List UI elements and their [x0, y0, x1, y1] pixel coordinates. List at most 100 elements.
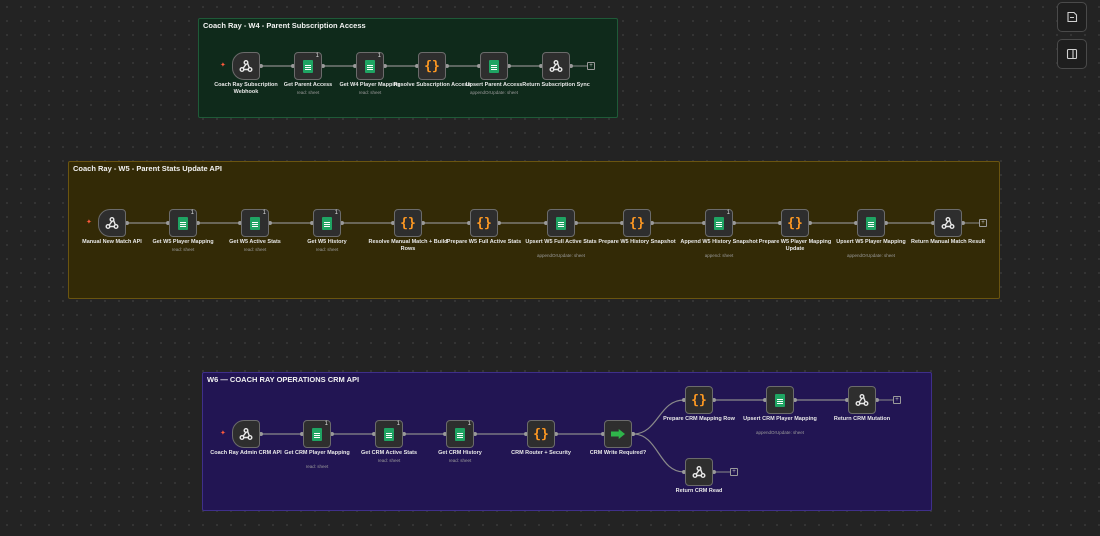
- webhook-glyph: [941, 217, 955, 229]
- add-node-button[interactable]: +: [979, 219, 987, 227]
- node-label: Get W5 Player Mapping: [152, 239, 214, 245]
- node-badge: 1: [377, 53, 381, 59]
- node-label: Get CRM History: [438, 450, 482, 456]
- workflow-node[interactable]: [232, 52, 260, 80]
- node-label: Resolve Manual Match + Build Rows: [368, 239, 448, 252]
- sticky-note-button[interactable]: [1057, 2, 1087, 32]
- google-sheets-icon: [178, 216, 188, 230]
- workflow-node[interactable]: [547, 209, 575, 237]
- node-label: Return CRM Mutation: [833, 416, 891, 422]
- node-label: Get CRM Player Mapping: [284, 450, 350, 456]
- workflow-node[interactable]: [542, 52, 570, 80]
- workflow-node[interactable]: [480, 52, 508, 80]
- google-sheets-icon: [322, 216, 332, 230]
- google-sheets-icon: [250, 216, 260, 230]
- google-sheets-icon: [312, 427, 322, 441]
- workflow-node[interactable]: 1: [313, 209, 341, 237]
- node-label: Return CRM Read: [675, 488, 723, 494]
- node-label: CRM Router + Security: [511, 450, 571, 456]
- node-subtitle: appendOrUpdate: sheet: [846, 253, 896, 258]
- webhook-icon: [105, 216, 119, 230]
- workflow-node[interactable]: [232, 420, 260, 448]
- node-subtitle: read: sheet: [171, 246, 195, 252]
- node-subtitle: appendOrUpdate: sheet: [755, 430, 805, 435]
- code-braces-icon: {}: [787, 215, 803, 231]
- workflow-node[interactable]: [934, 209, 962, 237]
- webhook-icon: [239, 427, 253, 441]
- google-sheets-icon: [714, 216, 724, 230]
- google-sheets-icon: [365, 59, 375, 73]
- sticky-title-w5: Coach Ray - W5 - Parent Stats Update API: [73, 164, 222, 173]
- sticky-note-icon: [1067, 11, 1078, 23]
- webhook-glyph: [692, 466, 706, 478]
- webhook-icon: [692, 465, 706, 479]
- code-braces-icon: {}: [533, 426, 549, 442]
- google-sheets-icon: [489, 59, 499, 73]
- node-label: Get W5 History: [307, 239, 347, 245]
- workflow-node[interactable]: [766, 386, 794, 414]
- node-badge: 1: [396, 421, 400, 427]
- code-braces-icon: {}: [691, 392, 707, 408]
- workflow-node[interactable]: 1: [303, 420, 331, 448]
- add-node-button[interactable]: +: [730, 468, 738, 476]
- workflow-node[interactable]: [857, 209, 885, 237]
- panel-right-icon: [1066, 48, 1078, 60]
- google-sheets-icon: [303, 59, 313, 73]
- workflow-node[interactable]: [98, 209, 126, 237]
- node-label: Return Subscription Sync: [522, 82, 590, 88]
- workflow-node[interactable]: {}: [470, 209, 498, 237]
- toggle-panel-button[interactable]: [1057, 39, 1087, 69]
- google-sheets-icon: [866, 216, 876, 230]
- workflow-node[interactable]: {}: [685, 386, 713, 414]
- code-braces-icon: {}: [629, 215, 645, 231]
- google-sheets-icon: [775, 393, 785, 407]
- webhook-glyph: [239, 60, 253, 72]
- node-subtitle: read: sheet: [315, 246, 339, 252]
- workflow-node[interactable]: {}: [527, 420, 555, 448]
- add-node-button[interactable]: +: [587, 62, 595, 70]
- webhook-icon: [855, 393, 869, 407]
- node-badge: 1: [190, 210, 194, 216]
- workflow-node[interactable]: 1: [294, 52, 322, 80]
- node-subtitle: read: sheet: [305, 464, 329, 469]
- node-label: Prepare W5 Player Mapping Update: [758, 239, 832, 252]
- node-label: Upsert W5 Full Active Stats: [525, 239, 597, 245]
- node-badge: 1: [334, 210, 338, 216]
- sticky-title-w4: Coach Ray - W4 - Parent Subscription Acc…: [203, 21, 366, 30]
- node-label: Manual New Match API: [82, 239, 142, 245]
- workflow-node[interactable]: [848, 386, 876, 414]
- node-badge: 1: [315, 53, 319, 59]
- webhook-glyph: [105, 217, 119, 229]
- workflow-node[interactable]: 1: [446, 420, 474, 448]
- code-braces-icon: {}: [424, 58, 440, 74]
- webhook-icon: [239, 59, 253, 73]
- trigger-bolt-icon: ✦: [86, 219, 92, 226]
- workflow-node[interactable]: [685, 458, 713, 486]
- workflow-node[interactable]: 1: [375, 420, 403, 448]
- workflow-node[interactable]: {}: [623, 209, 651, 237]
- node-subtitle: read: sheet: [377, 457, 401, 463]
- node-subtitle: read: sheet: [448, 457, 472, 463]
- add-node-button[interactable]: +: [893, 396, 901, 404]
- workflow-node[interactable]: {}: [781, 209, 809, 237]
- workflow-node[interactable]: [604, 420, 632, 448]
- workflow-node[interactable]: {}: [418, 52, 446, 80]
- google-sheets-icon: [455, 427, 465, 441]
- workflow-node[interactable]: 1: [241, 209, 269, 237]
- node-label: Coach Ray Admin CRM API: [210, 450, 282, 456]
- node-label: Prepare CRM Mapping Row: [663, 416, 735, 422]
- node-subtitle: append: sheet: [704, 253, 734, 258]
- webhook-glyph: [549, 60, 563, 72]
- node-label: Return Manual Match Result: [911, 239, 985, 245]
- workflow-node[interactable]: 1: [356, 52, 384, 80]
- workflow-node[interactable]: 1: [169, 209, 197, 237]
- workflow-node[interactable]: 1: [705, 209, 733, 237]
- trigger-bolt-icon: ✦: [220, 430, 226, 437]
- code-braces-icon: {}: [476, 215, 492, 231]
- node-subtitle: read: sheet: [243, 246, 267, 252]
- node-label: Append W5 History Snapshot: [680, 239, 758, 245]
- workflow-node[interactable]: {}: [394, 209, 422, 237]
- node-label: Upsert CRM Player Mapping: [743, 416, 817, 422]
- google-sheets-icon: [384, 427, 394, 441]
- trigger-bolt-icon: ✦: [220, 62, 226, 69]
